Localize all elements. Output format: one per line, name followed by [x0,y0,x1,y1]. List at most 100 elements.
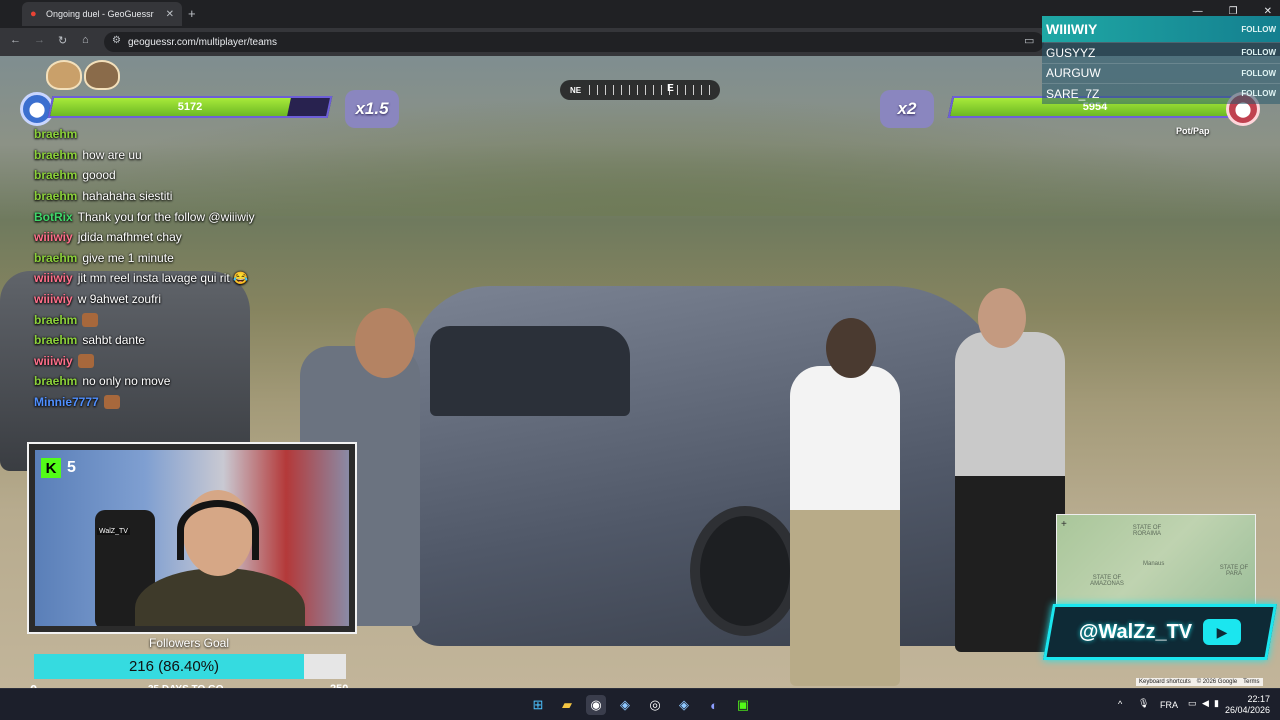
map-label: STATE OF PARÁ [1219,565,1249,577]
chat-text: w 9ahwet zoufri [77,292,162,307]
chat-username: braehm [34,312,78,327]
site-info-icon[interactable]: ⚙ [112,35,121,46]
steam-alt-icon[interactable]: ◈ [674,695,694,715]
chat-text: hahahaha siestiti [82,189,173,204]
back-icon[interactable]: ← [10,34,21,46]
chat-text: goood [82,168,116,183]
tray-overflow-icon[interactable]: ^ [1118,699,1122,709]
right-team-tag: Pot/Pap [1176,126,1210,136]
chat-message: Minnie7777 [34,392,364,413]
social-handle-banner: @WalZz_TV ▶ [1043,604,1277,660]
url-text: geoguessr.com/multiplayer/teams [128,36,277,48]
avatar [84,60,120,90]
follow-label: FOLLOW [1241,24,1276,34]
chat-text: jdida mafhmet chay [77,230,182,245]
chat-username: wiiiwiy [34,271,73,286]
follow-row: AURGUW FOLLOW [1042,62,1280,84]
forward-icon[interactable]: → [34,34,45,46]
chat-username: wiiiwiy [34,292,73,307]
person-left-head [355,308,415,378]
guess-minimap[interactable]: + STATE OF RORAIMA Manaus STATE OF AMAZO… [1056,514,1256,606]
file-explorer-icon[interactable]: ▰ [557,695,577,715]
chat-message: braehm [34,124,364,145]
chat-username: braehm [34,189,78,204]
chat-emote-icon [82,312,99,327]
follower-name: GUSYYZ [1046,45,1096,60]
followers-goal-bar: 216 (86.40%) [34,654,346,679]
chat-username: braehm [34,250,78,265]
compass-ne-label: NE [570,85,582,95]
chat-username: wiiiwiy [34,353,73,368]
kick-app-icon[interactable]: ▣ [733,695,753,715]
compass-ticks: E [589,83,710,95]
chat-message: braehm hahahaha siestiti [34,186,364,207]
start-icon[interactable]: ⊞ [528,695,548,715]
chat-overlay: braehm braehm how are uu braehm goood braehm h… [34,124,364,412]
kick-count: 5 [67,459,76,476]
chat-username: braehm [34,168,78,183]
person-woman [790,366,900,686]
zoom-in-icon[interactable]: + [1061,519,1067,530]
follow-label: FOLLOW [1241,68,1276,78]
screen-cast-icon[interactable]: ▭ [1024,34,1034,47]
person-man-right-head [978,288,1026,348]
follow-row: SARE_7Z FOLLOW [1042,83,1280,104]
webcam-feed: WalZ_TV K 5 [35,450,349,626]
system-clock[interactable]: 22:17 26/04/2026 [1225,694,1270,716]
chat-text: how are uu [82,147,142,162]
chat-text: jit mn reel insta lavage qui rit 😂 [77,271,249,286]
keyboard-shortcuts-link[interactable]: Keyboard shortcuts [1139,679,1191,685]
chat-message: braehm [34,309,364,330]
suv-rear-window [430,326,630,416]
left-health-value: 5172 [177,101,203,113]
geoguessr-favicon-icon: ● [30,8,37,20]
chat-message: braehm goood [34,165,364,186]
suv-wheel [690,506,800,636]
team-avatars [46,60,120,90]
tab-title: Ongoing duel - GeoGuessr [46,9,154,19]
handle-text: @WalZz_TV [1079,620,1193,643]
compass[interactable]: NE E [560,80,720,100]
follower-name: SARE_7Z [1046,86,1100,101]
network-icon[interactable]: ▭ [1188,698,1197,709]
terms-link[interactable]: Terms [1243,679,1259,685]
person-man-right [955,332,1065,652]
home-icon[interactable]: ⌂ [82,34,89,46]
obs-icon[interactable]: ◎ [645,695,665,715]
clock-date: 26/04/2026 [1224,705,1270,715]
language-indicator[interactable]: FRA [1160,700,1178,710]
map-label: STATE OF RORAIMA [1132,525,1162,537]
follow-row: WIIIWIY FOLLOW [1042,16,1280,42]
goal-title: Followers Goal [148,636,230,650]
map-label: STATE OF AMAZONAS [1090,575,1124,587]
chat-text: Thank you for the follow @wiiiwiy [77,209,255,224]
chat-username: braehm [34,374,78,389]
goal-progress-text: 216 (86.40%) [128,658,220,675]
steam-icon[interactable]: ◈ [615,695,635,715]
chat-text: sahbt dante [82,333,146,348]
chat-message: braehm how are uu [34,145,364,166]
discord-icon[interactable]: ◐ [704,695,724,715]
reload-icon[interactable]: ↻ [58,34,67,47]
microphone-icon[interactable]: 🎙 [1138,698,1149,709]
new-tab-icon[interactable]: + [188,6,196,21]
chat-username: braehm [34,127,78,142]
volume-icon[interactable]: ◀ [1202,698,1209,709]
left-multiplier: x1.5 [345,90,399,128]
battery-icon[interactable]: ▮ [1214,698,1219,709]
close-tab-icon[interactable]: ✕ [166,9,174,20]
address-bar[interactable]: ⚙ geoguessr.com/multiplayer/teams [104,32,1044,52]
map-copyright: © 2026 Google [1196,679,1238,685]
left-health-bar: 5172 [47,96,333,118]
avatar [46,60,82,90]
follow-label: FOLLOW [1241,89,1276,99]
chat-message: wiiiwiy jit mn reel insta lavage qui rit … [34,268,364,289]
recent-follows-widget: WIIIWIY FOLLOW GUSYYZ FOLLOW AURGUW FOLL… [1042,16,1280,104]
streamer-body [135,568,305,626]
chat-username: BotRix [34,209,73,224]
chat-message: braehm sahbt dante [34,330,364,351]
map-attribution: Keyboard shortcuts © 2026 Google Terms [1136,678,1263,686]
chrome-icon[interactable]: ◉ [586,695,606,715]
tab-geoguessr[interactable]: ● Ongoing duel - GeoGuessr ✕ [22,2,182,26]
follower-name: WIIIWIY [1046,21,1098,37]
